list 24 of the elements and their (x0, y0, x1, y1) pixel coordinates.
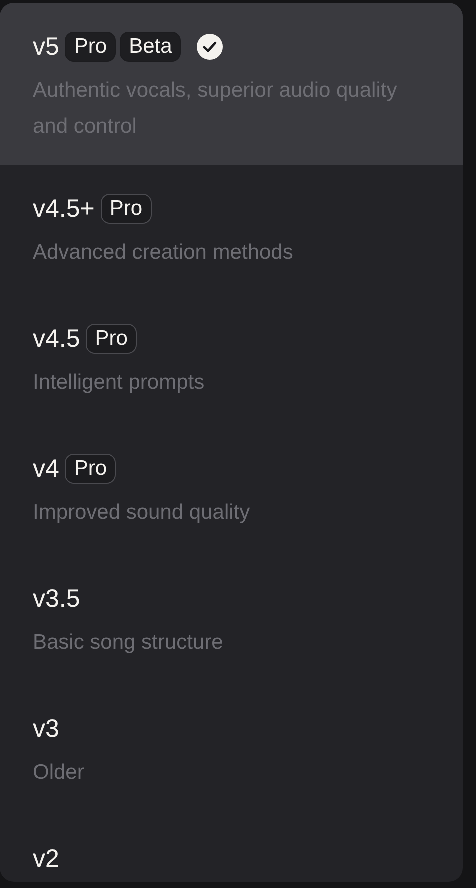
version-description: Advanced creation methods (33, 240, 294, 266)
menu-item[interactable]: v3.5 Basic song structure (0, 555, 463, 685)
menu-item[interactable]: v4 Pro Improved sound quality (0, 425, 463, 555)
tier-badge: Beta (120, 32, 182, 62)
version-label: v4 (33, 454, 60, 485)
version-label: v4.5+ (33, 194, 95, 225)
menu-item[interactable]: v4.5 Pro Intelligent prompts (0, 295, 463, 425)
version-label: v4.5 (33, 324, 80, 355)
version-label: v5 (33, 32, 60, 63)
menu-item[interactable]: v4.5+ Pro Advanced creation methods (0, 165, 463, 295)
menu-item[interactable]: v3 Older (0, 685, 463, 815)
tier-badge: Pro (65, 454, 116, 484)
tier-badge: Pro (100, 194, 152, 224)
version-description: Intelligent prompts (33, 370, 206, 396)
version-description: Older (33, 760, 86, 786)
version-description: Basic song structure (33, 630, 224, 656)
tier-badge: Pro (86, 324, 137, 354)
version-label: v3 (33, 714, 60, 745)
version-description: Improved sound quality (33, 500, 252, 526)
version-label: v3.5 (33, 584, 80, 615)
version-label: v2 (33, 844, 60, 875)
menu-item[interactable]: v2 (0, 815, 463, 882)
tier-badge: Pro (65, 32, 116, 62)
checkmark-icon (197, 34, 224, 60)
